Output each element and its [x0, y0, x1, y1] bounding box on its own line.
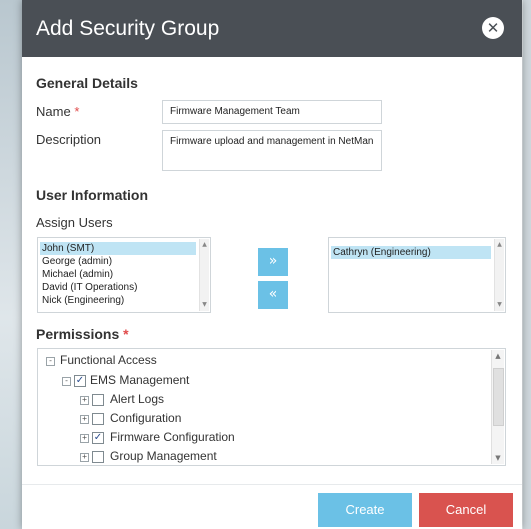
- assigned-users-list[interactable]: Cathryn (Engineering) ▲ ▼: [328, 237, 506, 313]
- scroll-up-icon[interactable]: ▲: [200, 241, 209, 249]
- add-user-button[interactable]: »: [258, 248, 288, 276]
- tree-node-configuration[interactable]: Configuration: [110, 410, 181, 426]
- background-left: [0, 0, 22, 529]
- add-security-group-dialog: Add Security Group ✕ General Details Nam…: [22, 0, 522, 529]
- available-users-scrollbar[interactable]: ▲ ▼: [199, 239, 209, 311]
- scroll-up-icon[interactable]: ▲: [495, 241, 504, 249]
- create-button[interactable]: Create: [318, 493, 412, 527]
- remove-user-button[interactable]: «: [258, 281, 288, 309]
- tree-node-functional-access[interactable]: Functional Access: [60, 352, 157, 368]
- list-item[interactable]: David (IT Operations): [40, 281, 196, 294]
- checkbox-unchecked-icon[interactable]: [92, 413, 104, 425]
- tree-node-group-management[interactable]: Group Management: [110, 448, 217, 464]
- assigned-users-scrollbar[interactable]: ▲ ▼: [494, 239, 504, 311]
- checkbox-unchecked-icon[interactable]: [92, 451, 104, 463]
- required-asterisk: *: [123, 326, 129, 342]
- scrollbar-thumb[interactable]: [493, 368, 504, 426]
- checkbox-checked-icon[interactable]: ✓: [92, 432, 104, 444]
- permissions-tree[interactable]: - Functional Access - ✓ EMS Management +…: [37, 348, 506, 466]
- tree-node-firmware-configuration[interactable]: Firmware Configuration: [110, 429, 235, 445]
- permissions-scrollbar[interactable]: ▲ ▼: [491, 350, 504, 464]
- expand-icon[interactable]: +: [80, 434, 89, 443]
- assign-users-label: Assign Users: [36, 215, 113, 230]
- description-label: Description: [36, 132, 102, 147]
- name-label-text: Name: [36, 104, 71, 119]
- name-field[interactable]: Firmware Management Team: [162, 100, 382, 124]
- list-item[interactable]: George (admin): [40, 255, 196, 268]
- close-button[interactable]: ✕: [482, 17, 504, 39]
- cancel-button[interactable]: Cancel: [419, 493, 513, 527]
- tree-node-alert-logs[interactable]: Alert Logs: [110, 391, 164, 407]
- list-item[interactable]: Michael (admin): [40, 268, 196, 281]
- tree-node-ems-management[interactable]: EMS Management: [90, 372, 189, 388]
- description-field[interactable]: Firmware upload and management in NetMan: [162, 130, 382, 171]
- required-asterisk: *: [74, 104, 80, 119]
- close-icon: ✕: [486, 19, 500, 37]
- permissions-heading-text: Permissions: [36, 326, 120, 342]
- user-information-heading: User Information: [36, 187, 149, 203]
- list-item[interactable]: Cathryn (Engineering): [331, 246, 491, 259]
- expand-icon[interactable]: +: [80, 415, 89, 424]
- collapse-icon[interactable]: -: [62, 377, 71, 386]
- scroll-down-icon[interactable]: ▼: [495, 301, 504, 309]
- checkbox-unchecked-icon[interactable]: [92, 394, 104, 406]
- permissions-heading: Permissions *: [36, 326, 129, 342]
- scroll-down-icon[interactable]: ▼: [200, 301, 209, 309]
- dialog-title: Add Security Group: [36, 17, 220, 40]
- background-right: [523, 0, 531, 529]
- dialog-header: Add Security Group ✕: [22, 0, 522, 57]
- collapse-icon[interactable]: -: [46, 357, 55, 366]
- scroll-up-icon[interactable]: ▲: [492, 351, 504, 361]
- footer-divider: [22, 484, 522, 485]
- name-label: Name *: [36, 104, 79, 119]
- available-users-list[interactable]: John (SMT) George (admin) Michael (admin…: [37, 237, 211, 313]
- scroll-down-icon[interactable]: ▼: [492, 453, 504, 463]
- checkbox-checked-icon[interactable]: ✓: [74, 375, 86, 387]
- list-item[interactable]: John (SMT): [40, 242, 196, 255]
- list-item[interactable]: Nick (Engineering): [40, 294, 196, 307]
- expand-icon[interactable]: +: [80, 453, 89, 462]
- general-details-heading: General Details: [36, 75, 138, 91]
- expand-icon[interactable]: +: [80, 396, 89, 405]
